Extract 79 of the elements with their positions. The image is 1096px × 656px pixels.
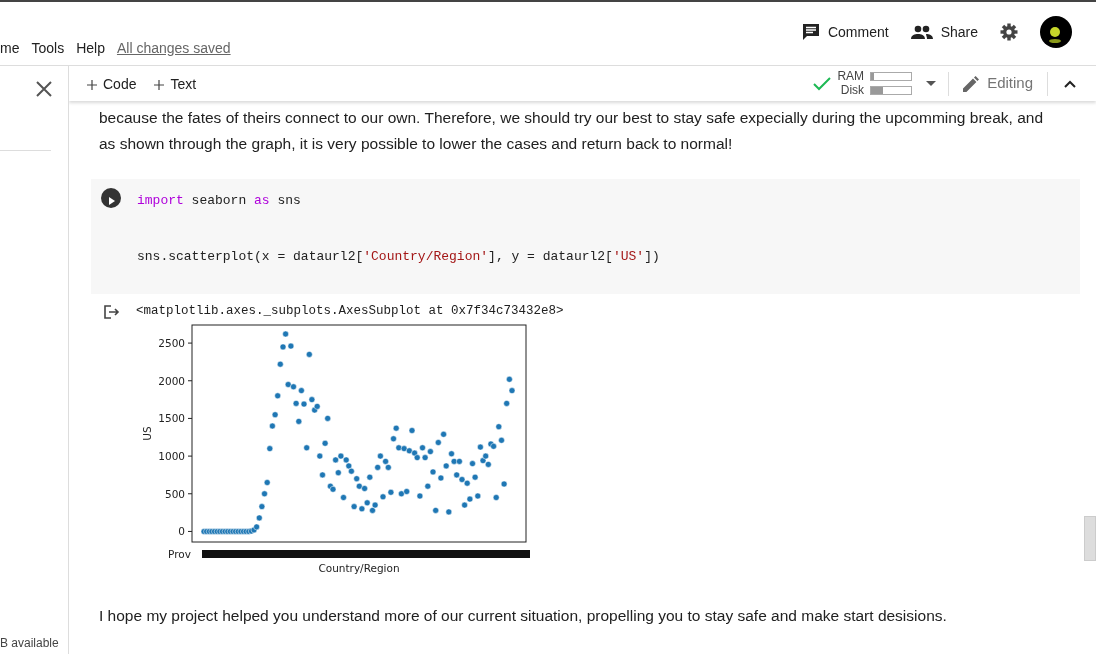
data-point — [340, 494, 347, 501]
data-point — [408, 427, 416, 434]
data-point — [492, 494, 500, 501]
tick-label: 1000 — [158, 450, 185, 463]
close-button[interactable] — [36, 81, 52, 97]
data-point — [506, 376, 513, 383]
data-point — [271, 411, 279, 418]
resource-meter[interactable]: RAM Disk — [837, 70, 913, 97]
data-point — [321, 440, 329, 447]
tick-label: 2000 — [158, 374, 185, 387]
pencil-icon — [963, 75, 980, 92]
data-point — [503, 400, 510, 407]
data-point — [266, 445, 274, 452]
data-point — [392, 424, 400, 432]
tick-mark — [187, 493, 193, 495]
data-point — [335, 469, 342, 476]
axis-label: Country/Region — [318, 562, 400, 574]
tick-label: 500 — [164, 487, 185, 500]
data-point — [432, 507, 439, 514]
data-point — [508, 387, 516, 394]
scrollbar-thumb[interactable] — [1084, 516, 1096, 561]
share-button[interactable]: Share — [910, 21, 978, 43]
data-point — [282, 330, 289, 338]
data-point — [263, 479, 271, 486]
tick-label: 0 — [178, 525, 185, 538]
data-point — [277, 360, 284, 368]
code-line: import seaborn as sns — [137, 192, 301, 210]
run-button[interactable] — [101, 188, 121, 208]
data-point — [366, 473, 374, 481]
play-icon — [109, 197, 115, 205]
people-icon — [910, 25, 933, 39]
resource-status: B available — [0, 635, 59, 652]
data-point — [261, 490, 268, 498]
data-point — [316, 452, 324, 460]
comment-icon — [801, 23, 820, 41]
add-cell-button[interactable]: Text — [136, 73, 197, 95]
editing-button[interactable]: Editing — [949, 72, 1047, 95]
data-point — [319, 471, 326, 479]
save-status-link[interactable]: All changes saved — [116, 38, 231, 59]
settings-icon[interactable] — [1000, 23, 1018, 41]
dropdown-caret-icon[interactable] — [926, 81, 937, 86]
tick-mark — [187, 380, 193, 382]
data-point — [324, 415, 331, 422]
tick-mark — [187, 530, 193, 532]
data-point — [258, 503, 266, 510]
data-point — [469, 460, 476, 467]
data-point — [306, 351, 313, 358]
code-cell[interactable]: import seaborn as sns sns.scatterplot(x = dataurl2['Country/Region'], y = dataurl2['US']) — [91, 179, 1080, 294]
tick-mark — [187, 342, 193, 344]
data-point — [269, 422, 276, 430]
collapse-icon[interactable] — [1064, 79, 1076, 88]
axis-label: US — [141, 426, 153, 441]
output-text: <matplotlib.axes._subplots.AxesSubplot at 0x7f34c73432e8> — [136, 303, 564, 320]
tick-label: Prov — [168, 548, 191, 560]
output-icon[interactable] — [104, 305, 120, 319]
check-icon — [813, 76, 832, 91]
data-point — [274, 392, 281, 400]
paragraph: I hope my project helped you understand more of our current situation, propelling you to stay safe and make start desisions. — [99, 606, 948, 626]
data-point — [295, 418, 303, 425]
menu-item[interactable]: me — [0, 38, 20, 59]
paragraph: because the fates of theirs connect to our own. Therefore, we should try our best to stay safe expecially during the upcomming break, and as shown through the graph, it is very possible to lower the cases and return back to normal! — [99, 108, 1045, 154]
data-point — [495, 423, 503, 430]
plus-icon — [87, 79, 97, 90]
tick-mark — [187, 455, 193, 457]
data-point — [445, 508, 453, 516]
data-point — [424, 482, 432, 490]
plus-icon — [154, 79, 165, 90]
menu-item[interactable]: Help — [76, 38, 105, 59]
tick-label: 1500 — [158, 412, 185, 425]
menu-item[interactable]: Tools — [31, 38, 65, 59]
code-line: sns.scatterplot(x = dataurl2['Country/Region'], y = dataurl2['US']) — [137, 248, 660, 266]
tick-mark — [187, 417, 193, 419]
add-cell-button[interactable]: Code — [69, 73, 137, 95]
data-point — [500, 480, 508, 488]
data-point — [303, 444, 310, 452]
comment-button[interactable]: Comment — [801, 21, 889, 43]
data-point — [416, 492, 424, 500]
avatar[interactable] — [1040, 16, 1072, 48]
tick-label: 2500 — [158, 337, 185, 350]
